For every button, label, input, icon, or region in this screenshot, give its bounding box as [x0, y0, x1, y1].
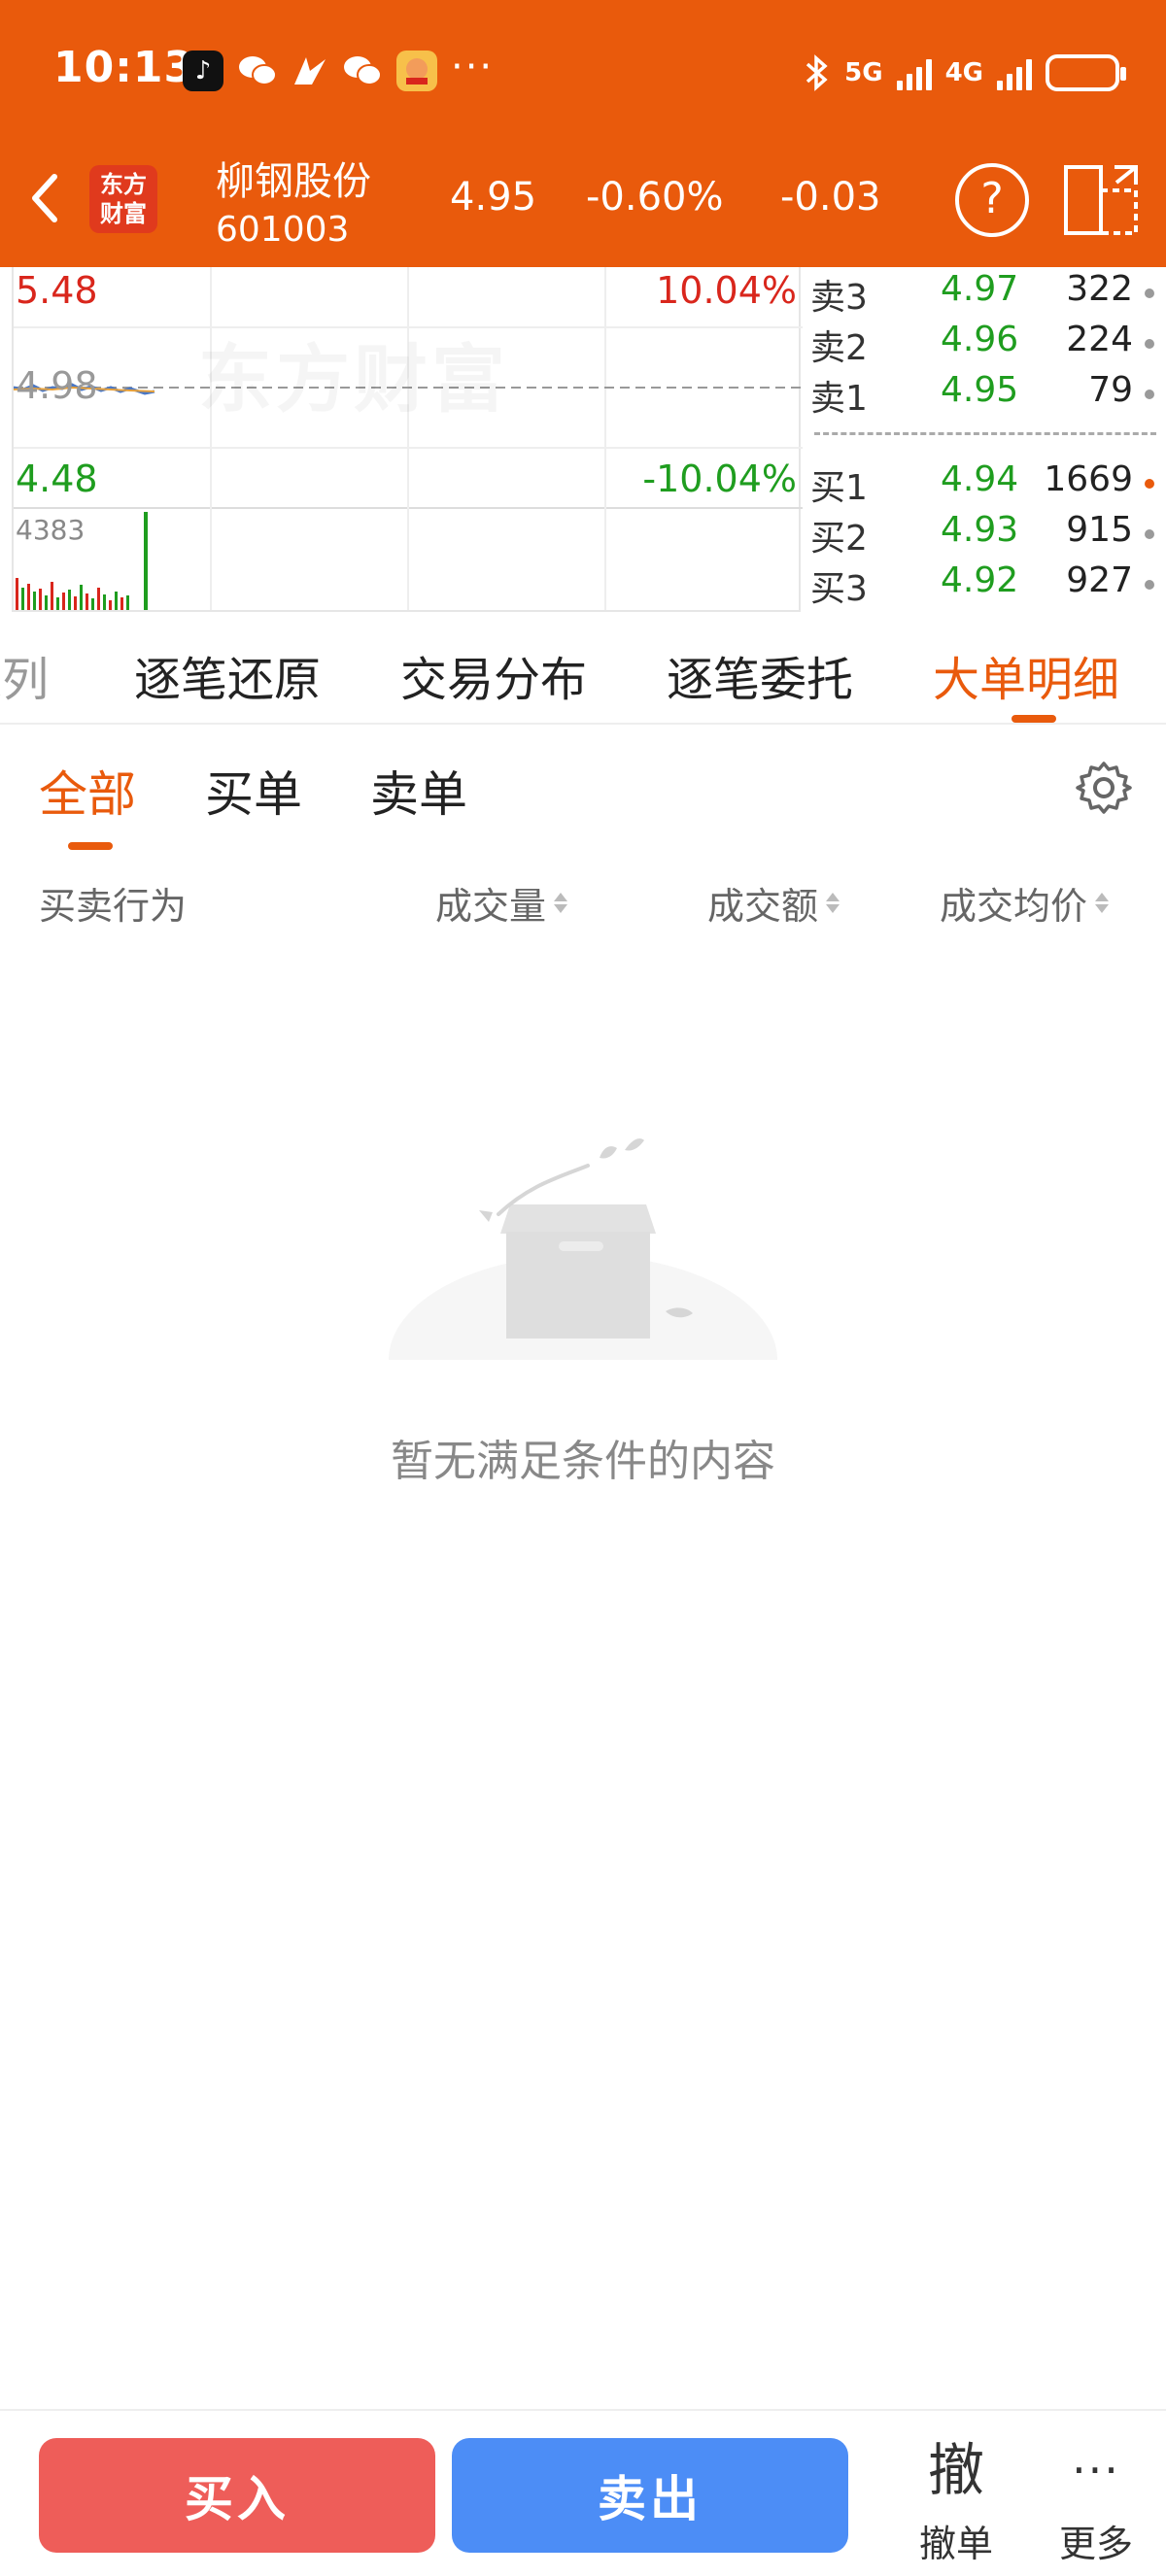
stock-name: 柳钢股份: [216, 159, 371, 204]
active-tab-indicator: [1012, 715, 1056, 723]
detail-tabs: 入列 逐笔还原 交易分布 逐笔委托 大单明细: [0, 612, 1166, 725]
dot-indicator: [1145, 390, 1154, 399]
change-percent: -0.60%: [586, 175, 724, 220]
chart-volume-max: 4383: [16, 514, 86, 546]
empty-box-illustration: [384, 1138, 782, 1370]
status-bar: 10:13 ♪ ··· 5G 4G: [0, 0, 1166, 146]
ask-row: 卖3 4.97 322: [810, 267, 1160, 318]
order-filter-tabs: 全部 买单 卖单: [0, 725, 1166, 851]
column-amount[interactable]: 成交额: [707, 876, 840, 930]
ask-row: 卖2 4.96 224: [810, 318, 1160, 368]
dot-indicator: [1145, 479, 1154, 489]
active-subtab-indicator: [68, 842, 113, 850]
system-indicators: 5G 4G: [804, 49, 1126, 97]
chart-high-percent: 10.04%: [656, 269, 797, 312]
bluetooth-icon: [806, 54, 828, 91]
volume-bars: [16, 512, 148, 610]
current-price: 4.95: [450, 175, 537, 220]
tab-tick-restore[interactable]: 逐笔还原: [134, 641, 321, 709]
sell-button[interactable]: 卖出: [452, 2438, 848, 2553]
subtab-sell[interactable]: 卖单: [370, 756, 467, 826]
column-volume[interactable]: 成交量: [435, 876, 568, 930]
column-trade-action: 买卖行为: [39, 885, 188, 928]
order-book-divider: [814, 432, 1156, 435]
back-arrow-icon[interactable]: [21, 167, 70, 229]
chart-low-percent: -10.04%: [642, 458, 797, 500]
more-notifications-icon: ···: [451, 45, 495, 89]
wechat-icon: [342, 51, 383, 91]
ask-row: 卖1 4.95 79: [810, 368, 1160, 419]
settings-gear-icon[interactable]: [1076, 760, 1132, 816]
cancel-order-icon: 撤: [927, 2437, 984, 2503]
split-screen-icon[interactable]: [1062, 161, 1140, 239]
stock-nav-bar: 东方 财富 柳钢股份 601003 4.95 -0.60% -0.03 ?: [0, 146, 1166, 267]
sort-icon: [1095, 893, 1110, 913]
status-time: 10:13: [53, 43, 195, 92]
trade-action-bar: 买入 卖出 撤 撤单 ··· 更多: [0, 2409, 1166, 2576]
bid-row: 买2 4.93 915: [810, 508, 1160, 559]
bid-row: 买1 4.94 1669: [810, 458, 1160, 508]
column-avg-price[interactable]: 成交均价: [940, 876, 1110, 930]
battery-icon: [1046, 54, 1126, 91]
tab-tick-orders[interactable]: 逐笔委托: [667, 641, 853, 709]
buy-button[interactable]: 买入: [39, 2438, 435, 2553]
wechat-icon: [237, 51, 278, 91]
stock-code: 601003: [216, 210, 350, 250]
cancel-order-button[interactable]: 撤 撤单: [915, 2436, 997, 2567]
more-dots-icon: ···: [1072, 2444, 1120, 2496]
order-book[interactable]: 卖3 4.97 322 卖2 4.96 224 卖1 4.95 79 买1 4.…: [806, 267, 1166, 612]
tab-trade-distribution[interactable]: 交易分布: [400, 641, 587, 709]
chart-mid-price: 4.98: [16, 364, 98, 407]
subtab-all[interactable]: 全部: [39, 756, 136, 826]
app-header: 10:13 ♪ ··· 5G 4G 东方 财富 柳钢股份 601003 4.95…: [0, 0, 1166, 267]
app-notification-icon: [290, 51, 330, 91]
tiktok-icon: ♪: [183, 51, 223, 91]
sort-icon: [554, 893, 568, 913]
eastmoney-logo: 东方 财富: [89, 165, 157, 233]
help-button[interactable]: ?: [955, 163, 1029, 237]
intraday-chart[interactable]: 东方财富 5.48 10.04% 4.98 4.48 -10.04% 4383: [12, 267, 803, 612]
sort-icon: [826, 893, 840, 913]
network-4g-label: 4G: [944, 58, 983, 87]
dot-indicator: [1145, 529, 1154, 539]
more-button[interactable]: ··· 更多: [1055, 2436, 1137, 2567]
bid-row: 买3 4.92 927: [810, 559, 1160, 609]
signal-5g-icon: [896, 55, 932, 90]
tab-partial[interactable]: 入列: [0, 641, 49, 709]
cancel-order-label: 撤单: [918, 2523, 993, 2565]
game-app-icon: [396, 51, 437, 91]
dot-indicator: [1145, 580, 1154, 590]
network-5g-label: 5G: [844, 58, 883, 87]
dot-indicator: [1145, 288, 1154, 298]
table-header: 买卖行为 成交量 成交额 成交均价: [0, 864, 1166, 942]
chart-low-price: 4.48: [16, 458, 98, 500]
more-label: 更多: [1058, 2523, 1133, 2565]
signal-4g-icon: [997, 55, 1032, 90]
subtab-buy[interactable]: 买单: [205, 756, 302, 826]
dot-indicator: [1145, 339, 1154, 349]
chart-high-price: 5.48: [16, 269, 98, 312]
tab-big-orders[interactable]: 大单明细: [933, 641, 1119, 709]
empty-state-message: 暂无满足条件的内容: [391, 1437, 775, 1486]
change-value: -0.03: [780, 175, 881, 220]
